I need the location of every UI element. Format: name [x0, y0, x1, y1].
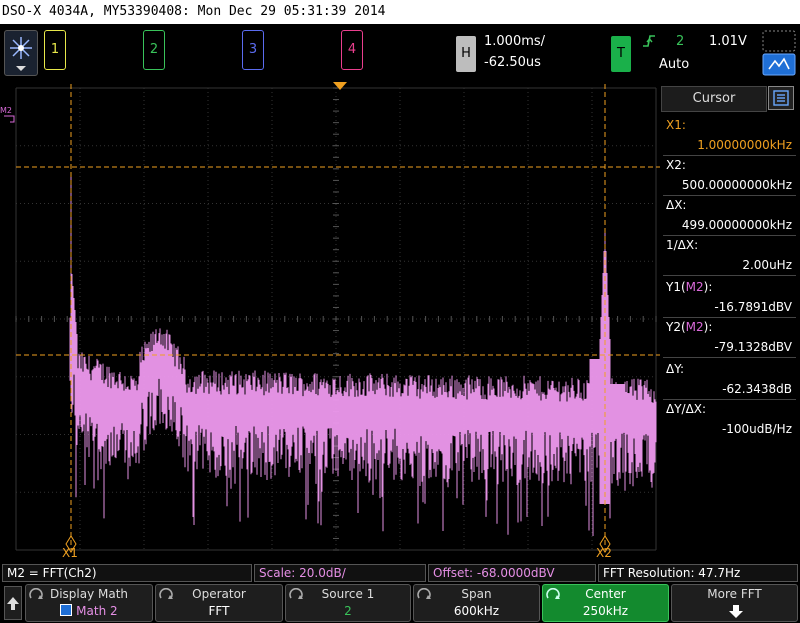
dx-label: ΔX: — [666, 198, 687, 212]
title-bar: DSO-X 4034A, MY53390408: Mon Dec 29 05:3… — [0, 0, 800, 24]
y1-label-prefix: Y1( — [666, 280, 686, 294]
channel-1-label: 1 — [50, 42, 60, 57]
fft-resolution-text: FFT Resolution: 47.7Hz — [603, 566, 741, 580]
waveform-display[interactable] — [0, 84, 660, 562]
divider — [663, 275, 796, 276]
inv-dx-label: 1/ΔX: — [666, 238, 699, 252]
rising-edge-icon — [643, 35, 655, 47]
math-scale-status[interactable]: Scale: 20.0dB/ — [254, 564, 426, 582]
softkey-center-value: 250kHz — [582, 604, 629, 618]
y1-label-suffix: ): — [703, 280, 713, 294]
checkbox-checked-icon — [60, 604, 73, 616]
x1-label: X1: — [666, 118, 686, 132]
touch-toggle-icon — [762, 30, 796, 76]
window-title: DSO-X 4034A, MY53390408: Mon Dec 29 05:3… — [2, 4, 386, 19]
dy-label: ΔY: — [666, 362, 684, 376]
channel-4-button[interactable]: 4 — [341, 30, 363, 70]
math-scale-text: Scale: 20.0dB/ — [259, 566, 346, 580]
softkey-center-title: Center — [585, 587, 626, 601]
softkey-center[interactable]: Center 250kHz — [542, 584, 669, 622]
channel-3-label: 3 — [248, 42, 258, 57]
math-offset-status[interactable]: Offset: -68.0000dBV — [428, 564, 596, 582]
trigger-source: 2 — [676, 34, 685, 49]
cursor-panel-header[interactable]: Cursor — [661, 86, 767, 112]
cursor-x1-tag-label: X1 — [62, 546, 78, 560]
divider — [663, 195, 796, 196]
cursor-x2-tag-label: X2 — [596, 546, 612, 560]
horizontal-button-label: H — [461, 46, 471, 61]
dydx-value: -100udB/Hz — [721, 422, 792, 436]
math-offset-text: Offset: -68.0000dBV — [433, 566, 555, 580]
softkey-operator-title: Operator — [192, 587, 246, 601]
trigger-position-marker-icon — [333, 82, 347, 90]
softkey-span-value: 600kHz — [453, 604, 500, 618]
dy-value: -62.3438dB — [722, 382, 792, 396]
timebase-delay: -62.50us — [484, 55, 541, 70]
dydx-label: ΔY/ΔX: — [666, 402, 707, 416]
cursor-panel-title: Cursor — [692, 91, 736, 106]
softkey-more-fft[interactable]: More FFT — [671, 584, 798, 622]
menu-list-icon — [773, 90, 789, 106]
y2-label: Y2(M2): — [666, 320, 712, 334]
timebase-scale: 1.000ms/ — [484, 34, 546, 49]
x2-label: X2: — [666, 158, 686, 172]
softkey-display-math-value: Math 2 — [26, 604, 152, 618]
divider — [663, 357, 796, 358]
x2-value: 500.00000000kHz — [681, 178, 792, 192]
channel-2-button[interactable]: 2 — [143, 30, 165, 70]
channel-3-button[interactable]: 3 — [242, 30, 264, 70]
math-marker-label: M2 — [0, 106, 12, 115]
math-function-text: M2 = FFT(Ch2) — [7, 566, 97, 580]
divider — [663, 399, 796, 400]
y2-label-suffix: ): — [703, 320, 713, 334]
touch-toggle-button[interactable] — [762, 30, 796, 76]
y2-label-prefix: Y2( — [666, 320, 686, 334]
softkey-source-1-title: Source 1 — [321, 587, 375, 601]
trigger-button-label: T — [617, 46, 625, 61]
inv-dx-value: 2.00uHz — [742, 258, 792, 272]
cursor-x1-tag[interactable]: X1 — [62, 546, 78, 560]
agilent-spark-icon — [10, 37, 32, 71]
agilent-logo-button[interactable] — [4, 30, 38, 76]
y1-source: M2 — [685, 280, 704, 294]
fft-graticule — [4, 84, 660, 553]
divider — [663, 155, 796, 156]
y2-value: -79.1328dBV — [714, 340, 792, 354]
fft-resolution-status: FFT Resolution: 47.7Hz — [598, 564, 798, 582]
home-up-arrow-icon — [7, 597, 19, 610]
channel-4-label: 4 — [347, 42, 357, 57]
math-function-status[interactable]: M2 = FFT(Ch2) — [2, 564, 252, 582]
softkey-span-title: Span — [461, 587, 492, 601]
softkey-operator[interactable]: Operator FFT — [155, 584, 283, 622]
trigger-level: 1.01V — [709, 34, 747, 49]
x1-value: 1.00000000kHz — [697, 138, 792, 152]
softkey-source-1[interactable]: Source 1 2 — [285, 584, 411, 622]
y1-label: Y1(M2): — [666, 280, 712, 294]
math-ground-symbol — [4, 115, 15, 123]
channel-2-label: 2 — [149, 42, 159, 57]
math-ground-marker: M2 — [0, 106, 12, 115]
horizontal-button[interactable]: H — [456, 36, 476, 72]
y2-source: M2 — [685, 320, 704, 334]
panel-menu-button[interactable] — [768, 86, 794, 110]
channel-1-button[interactable]: 1 — [44, 30, 66, 70]
softkey-span[interactable]: Span 600kHz — [413, 584, 540, 622]
divider — [663, 235, 796, 236]
softkey-display-math-title: Display Math — [49, 587, 129, 601]
trigger-button[interactable]: T — [611, 36, 631, 72]
softkey-display-math-value-text: Math 2 — [76, 604, 118, 618]
softkey-operator-value: FFT — [208, 604, 230, 618]
down-arrow-icon — [729, 605, 743, 618]
softkey-more-fft-title: More FFT — [707, 587, 762, 601]
dx-value: 499.00000000kHz — [681, 218, 792, 232]
home-button[interactable] — [4, 586, 22, 620]
divider — [663, 317, 796, 318]
cursor-x2-tag[interactable]: X2 — [596, 546, 612, 560]
softkey-display-math[interactable]: Display Math Math 2 — [25, 584, 153, 622]
trigger-mode: Auto — [659, 57, 690, 72]
softkey-source-1-value: 2 — [344, 604, 352, 618]
y1-value: -16.7891dBV — [714, 300, 792, 314]
